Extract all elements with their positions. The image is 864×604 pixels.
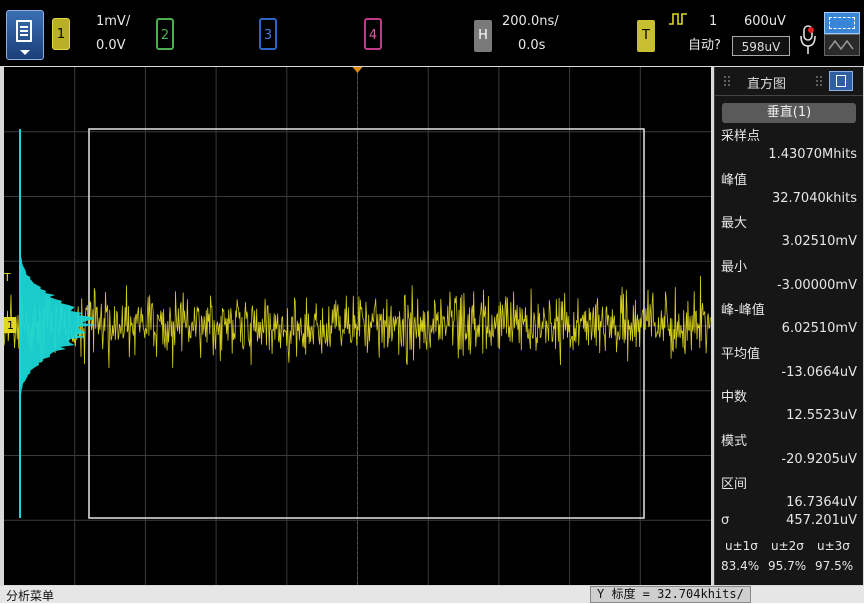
sigma-3-header: u±3σ xyxy=(817,539,850,553)
stat-label: 峰值 xyxy=(721,172,748,188)
trigger-source: 1 xyxy=(709,14,718,29)
sigma-2-header: u±2σ xyxy=(771,539,804,553)
horizontal-button[interactable]: H xyxy=(474,20,492,52)
drag-handle-icon[interactable] xyxy=(723,75,731,87)
trigger-mode: 自动? xyxy=(688,38,721,53)
stat-value: -3.00000mV xyxy=(776,277,857,293)
stat-value: 6.02510mV xyxy=(781,321,857,336)
stat-value: 1.43070Mhits xyxy=(768,147,857,162)
sigma-2-percent: 95.7% xyxy=(768,559,807,573)
time-delay: 0.0s xyxy=(518,38,546,53)
stat-value: -20.9205uV xyxy=(781,451,857,467)
zoom-box-icon xyxy=(824,12,860,34)
channel-1-offset: 0.0V xyxy=(96,38,126,53)
channel-2-button[interactable]: 2 xyxy=(156,18,174,50)
channel-1-ground-label: 1 xyxy=(7,319,14,332)
channel-1-scale: 1mV/ xyxy=(96,14,131,29)
y-scale-readout: Y 标度 = 32.704khits/ xyxy=(590,586,751,603)
microphone-icon[interactable] xyxy=(798,24,818,58)
trigger-level: 600uV xyxy=(744,14,786,29)
stat-value: 32.7040khits xyxy=(771,190,857,206)
stat-label: 区间 xyxy=(721,477,748,492)
drag-handle-icon[interactable] xyxy=(815,75,823,87)
sigma-3-percent: 97.5% xyxy=(815,559,854,573)
waveform-icon xyxy=(824,34,860,56)
trigger-label: T xyxy=(642,28,650,43)
sigma-1-percent: 83.4% xyxy=(721,559,760,573)
trigger-position-marker xyxy=(352,67,363,73)
stat-label: 中数 xyxy=(721,390,748,405)
channel-1-label: 1 xyxy=(56,27,66,42)
time-per-div: 200.0ns/ xyxy=(502,14,559,29)
panel-title: 直方图 xyxy=(747,77,787,92)
stat-value: 16.7364uV xyxy=(786,495,857,510)
panel-header: 直方图 xyxy=(715,67,863,96)
stat-value: 3.02510mV xyxy=(781,234,857,249)
analyze-menu-label[interactable]: 分析菜单 xyxy=(6,587,54,604)
stat-label: 最大 xyxy=(721,216,748,231)
panel-menu-button[interactable] xyxy=(829,71,853,91)
acquire-mode-button[interactable] xyxy=(824,12,860,56)
channel-1-button[interactable]: 1 xyxy=(52,18,70,50)
stat-label: 平均值 xyxy=(721,346,761,362)
top-status-bar: 1 1mV/ 0.0V 2 3 4 H 200.0ns/ 0.0s T 1 60… xyxy=(0,0,864,66)
channel-4-label: 4 xyxy=(368,28,378,43)
stat-value: -13.0664uV xyxy=(781,364,857,380)
sigma-1-header: u±1σ xyxy=(725,539,758,553)
trigger-button[interactable]: T xyxy=(637,20,655,52)
bottom-status-bar: 分析菜单 Y 标度 = 32.704khits/ xyxy=(0,586,864,603)
stat-label: 采样点 xyxy=(721,129,761,144)
stat-label: 最小 xyxy=(721,259,748,275)
stat-label: 峰-峰值 xyxy=(721,303,765,318)
chevron-down-icon xyxy=(20,50,30,55)
main-menu-button[interactable] xyxy=(6,10,44,60)
channel-3-button[interactable]: 3 xyxy=(259,18,277,50)
waveform-display[interactable]: T1 xyxy=(4,67,711,585)
vertical-histogram-tab[interactable]: 垂直(1) xyxy=(722,103,856,123)
stat-label: 模式 xyxy=(721,433,748,449)
channel-3-label: 3 xyxy=(263,28,273,43)
sigma-label: σ xyxy=(721,513,730,528)
sigma-value: 457.201uV xyxy=(786,513,857,528)
histogram-bars xyxy=(20,235,96,415)
trigger-level-input[interactable]: 598uV xyxy=(732,36,790,56)
histogram-panel: 直方图 垂直(1) 采样点 1.43070Mhits 峰值 32.7040khits 最… xyxy=(714,67,863,585)
menu-icon xyxy=(16,20,32,42)
waveform-plot: T1 xyxy=(4,67,711,585)
channel-4-button[interactable]: 4 xyxy=(364,18,382,50)
trigger-level-marker: T xyxy=(4,271,11,284)
rising-edge-icon xyxy=(669,13,687,25)
stat-value: 12.5523uV xyxy=(786,408,857,423)
horizontal-label: H xyxy=(478,28,488,43)
channel-2-label: 2 xyxy=(160,28,170,43)
